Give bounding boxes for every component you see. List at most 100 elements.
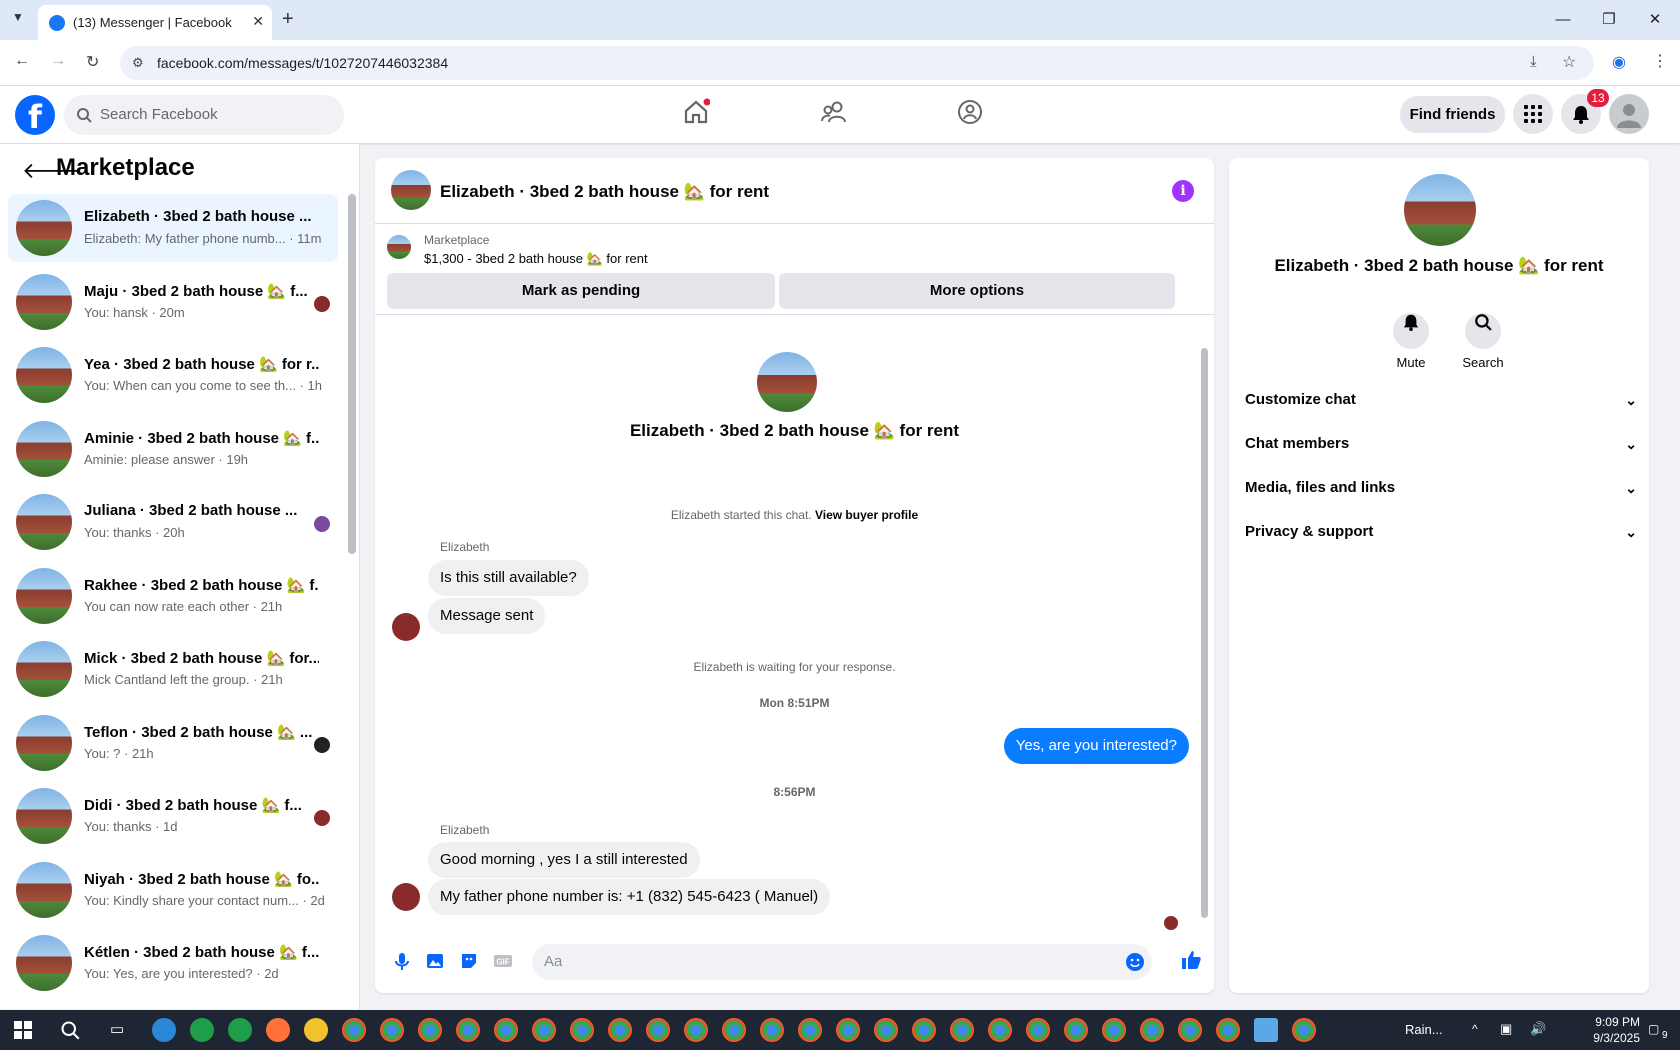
outgoing-message-bubble[interactable]: Yes, are you interested? [1003,728,1189,764]
conversation-item[interactable]: Kétlen · 3bed 2 bath house 🏡 f... You: Ye… [8,929,338,997]
taskbar-app-icon[interactable] [1254,1018,1278,1042]
browser-tab[interactable]: (13) Messenger | Facebook ✕ [38,5,272,40]
listing-thumbnail[interactable] [387,235,411,259]
taskbar-app-icon[interactable] [494,1018,518,1042]
media-files-links-section[interactable]: Media, files and links ⌄ [1245,470,1637,506]
restore-icon[interactable]: ❐ [1586,6,1632,34]
chat-avatar[interactable] [391,170,431,210]
taskbar-app-icon[interactable] [1216,1018,1240,1042]
conversation-item[interactable]: Mick · 3bed 2 bath house 🏡 for... Mick Ca… [8,635,338,703]
taskbar-app-icon[interactable] [152,1018,176,1042]
conversation-item[interactable]: Niyah · 3bed 2 bath house 🏡 fo... You: Ki… [8,856,338,924]
taskbar-app-icon[interactable] [228,1018,252,1042]
task-view-icon[interactable]: ▭ [110,1020,124,1038]
conversation-item[interactable]: Elizabeth · 3bed 2 bath house ... Elizabe… [8,194,338,262]
groups-icon[interactable] [956,98,984,126]
mark-as-pending-button[interactable]: Mark as pending [387,273,775,309]
sticker-icon[interactable] [459,951,479,971]
site-info-icon[interactable]: ⚙ [132,55,144,71]
taskbar-app-icon[interactable] [1140,1018,1164,1042]
bookmark-star-icon[interactable]: ☆ [1562,52,1576,72]
back-icon[interactable]: ← [14,52,30,70]
message-input[interactable]: Aa [532,944,1152,980]
taskbar-app-icon[interactable] [646,1018,670,1042]
info-icon[interactable]: i [1172,180,1194,202]
taskbar-app-icon[interactable] [190,1018,214,1042]
taskbar-app-icon[interactable] [456,1018,480,1042]
reload-icon[interactable]: ↻ [86,52,99,72]
minimize-icon[interactable]: — [1540,6,1586,34]
weather-widget[interactable]: Rain... [1405,1022,1443,1037]
privacy-support-section[interactable]: Privacy & support ⌄ [1245,514,1637,550]
window-close-icon[interactable]: ✕ [1632,6,1678,34]
conversation-item[interactable]: Maju · 3bed 2 bath house 🏡 f... You: hans… [8,268,338,336]
taskbar-app-icon[interactable] [950,1018,974,1042]
like-thumb-icon[interactable] [1180,949,1202,971]
message-bubble[interactable]: Good morning , yes I a still interested [428,842,700,878]
message-bubble[interactable]: Is this still available? [428,560,589,596]
taskbar-app-icon[interactable] [1064,1018,1088,1042]
conversation-item[interactable]: Aminie · 3bed 2 bath house 🏡 f... Aminie:… [8,415,338,483]
conversation-item[interactable]: Nicole · 3bed 2 bath house 🏡 f... [8,1003,338,1009]
install-app-icon[interactable]: ⤓ [1530,53,1537,70]
url-field[interactable]: ⚙ facebook.com/messages/t/10272074460323… [120,46,1594,80]
taskbar-app-icon[interactable] [722,1018,746,1042]
tray-chevron-icon[interactable]: ^ [1472,1022,1478,1036]
gif-icon[interactable]: GIF [493,951,513,971]
taskbar-app-icon[interactable] [532,1018,556,1042]
microphone-icon[interactable] [392,951,412,971]
windows-start-icon[interactable] [14,1021,32,1039]
tab-close-icon[interactable]: ✕ [252,13,264,30]
taskbar-app-icon[interactable] [342,1018,366,1042]
listing-price[interactable]: $1,300 - 3bed 2 bath house 🏡 for rent [424,251,648,267]
system-clock[interactable]: 9:09 PM 9/3/2025 [1560,1014,1640,1046]
friends-icon[interactable] [820,98,848,126]
customize-chat-section[interactable]: Customize chat ⌄ [1245,382,1637,418]
more-options-button[interactable]: More options [779,273,1175,309]
tab-search-icon[interactable]: ▼ [12,10,24,24]
facebook-logo[interactable]: f [15,95,55,136]
find-friends-button[interactable]: Find friends [1400,96,1505,133]
view-buyer-profile-link[interactable]: View buyer profile [815,508,918,522]
list-scrollbar[interactable] [348,194,356,554]
conversation-avatar[interactable] [757,352,817,412]
taskbar-app-icon[interactable] [684,1018,708,1042]
volume-icon[interactable]: 🔊 [1530,1021,1546,1037]
taskbar-app-icon[interactable] [760,1018,784,1042]
conversation-item[interactable]: Teflon · 3bed 2 bath house 🏡 ... You: ? ·… [8,709,338,777]
taskbar-app-icon[interactable] [570,1018,594,1042]
notification-center-icon[interactable]: ▢ [1648,1022,1659,1036]
taskbar-search-icon[interactable] [60,1020,80,1040]
search-in-chat-button[interactable]: Search [1453,304,1513,370]
taskbar-app-icon[interactable] [608,1018,632,1042]
taskbar-app-icon[interactable] [912,1018,936,1042]
sender-avatar[interactable] [392,883,420,911]
details-avatar[interactable] [1404,174,1476,246]
photo-icon[interactable] [425,951,445,971]
taskbar-app-icon[interactable] [1026,1018,1050,1042]
chat-scrollbar[interactable] [1201,348,1208,918]
mute-button[interactable]: Mute [1381,304,1441,370]
network-icon[interactable]: ▣ [1500,1021,1512,1037]
taskbar-app-icon[interactable] [418,1018,442,1042]
home-icon[interactable] [682,98,710,126]
browser-menu-icon[interactable]: ⋮ [1652,51,1668,71]
profile-icon[interactable]: ◉ [1612,52,1626,72]
account-avatar[interactable] [1609,94,1649,134]
forward-icon[interactable]: → [50,52,66,70]
taskbar-app-icon[interactable] [988,1018,1012,1042]
conversation-item[interactable]: Rakhee · 3bed 2 bath house 🏡 f... You can… [8,562,338,630]
taskbar-app-icon[interactable] [304,1018,328,1042]
conversation-item[interactable]: Juliana · 3bed 2 bath house ... You: than… [8,488,338,556]
taskbar-app-icon[interactable] [836,1018,860,1042]
taskbar-app-icon[interactable] [266,1018,290,1042]
taskbar-app-icon[interactable] [798,1018,822,1042]
taskbar-app-icon[interactable] [874,1018,898,1042]
conversation-item[interactable]: Didi · 3bed 2 bath house 🏡 f... You: than… [8,782,338,850]
menu-button[interactable] [1513,94,1553,134]
taskbar-app-icon[interactable] [1292,1018,1316,1042]
taskbar-app-icon[interactable] [380,1018,404,1042]
message-bubble[interactable]: My father phone number is: +1 (832) 545-… [428,879,831,915]
chat-members-section[interactable]: Chat members ⌄ [1245,426,1637,462]
sender-avatar[interactable] [392,613,420,641]
